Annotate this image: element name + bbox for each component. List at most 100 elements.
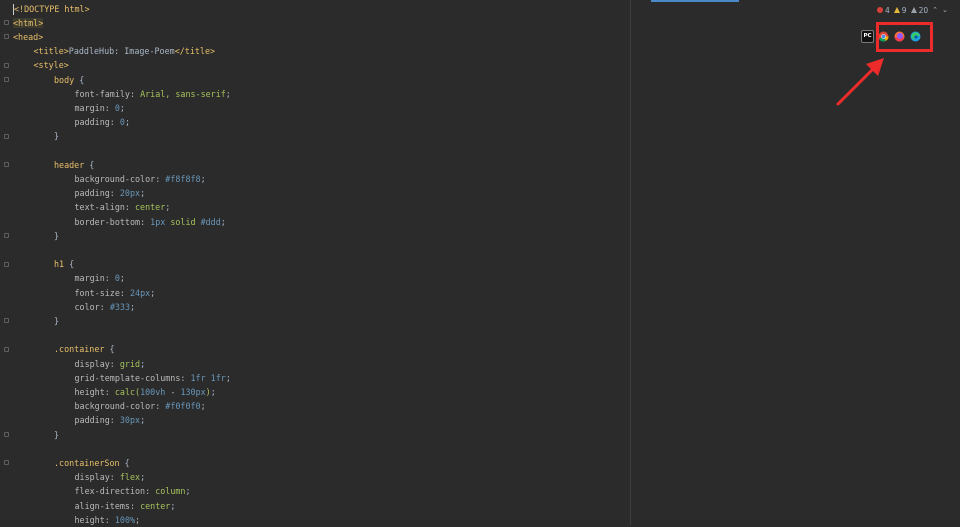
editor-gutter xyxy=(0,0,14,525)
code-token: 30px xyxy=(119,415,141,426)
code-token: : xyxy=(104,386,115,397)
fold-marker-icon[interactable] xyxy=(4,77,9,82)
code-area[interactable]: <!DOCTYPE html> <html> <head> <title>Paddle… xyxy=(13,0,628,525)
code-line[interactable]: } xyxy=(54,314,59,328)
code-line[interactable]: background-color: #f8f8f8; xyxy=(75,172,206,186)
code-token: 1fr xyxy=(190,372,206,383)
code-line[interactable]: padding: 0; xyxy=(75,115,130,129)
code-line[interactable]: display: flex; xyxy=(75,470,146,484)
annotation-highlight-box xyxy=(876,22,933,52)
code-token: - xyxy=(165,386,181,397)
code-token: ; xyxy=(135,514,141,525)
code-token: ; xyxy=(170,500,176,511)
code-token: display xyxy=(74,358,110,369)
code-line[interactable]: <!DOCTYPE html> xyxy=(13,2,90,16)
code-line[interactable]: text-align: center; xyxy=(75,200,171,214)
warning-count[interactable]: 9 xyxy=(893,6,907,15)
code-token: ; xyxy=(129,301,136,312)
code-token: <html> xyxy=(13,17,44,28)
code-line[interactable]: header { xyxy=(54,158,94,172)
code-token: border-bottom xyxy=(74,216,141,227)
code-token: 100vh xyxy=(140,386,166,397)
code-token: : xyxy=(119,287,130,298)
code-line[interactable]: padding: 20px; xyxy=(75,186,146,200)
code-line[interactable]: font-family: Arial, sans-serif; xyxy=(75,87,231,101)
code-line[interactable]: <head> xyxy=(13,30,43,44)
code-line[interactable]: <html> xyxy=(13,16,44,30)
code-line[interactable]: } xyxy=(54,129,59,143)
fold-marker-icon[interactable] xyxy=(4,233,9,239)
code-line[interactable]: margin: 0; xyxy=(75,271,125,285)
code-line[interactable]: border-bottom: 1px solid #ddd; xyxy=(75,215,226,229)
fold-marker-icon[interactable] xyxy=(4,460,9,466)
code-token: 20px xyxy=(119,188,141,199)
code-token: ; xyxy=(140,472,146,483)
code-token: 24px xyxy=(129,287,151,298)
code-token: grid-template-columns xyxy=(74,372,181,383)
fold-marker-icon[interactable] xyxy=(4,162,9,168)
code-token: body xyxy=(54,74,75,85)
fold-marker-icon[interactable] xyxy=(4,34,9,40)
code-line[interactable]: font-size: 24px; xyxy=(75,286,156,300)
code-token: Arial, sans-serif xyxy=(140,88,226,99)
code-token: ; xyxy=(119,273,125,284)
code-line[interactable]: display: grid; xyxy=(75,357,146,371)
red-arrow-icon xyxy=(836,58,884,106)
code-line[interactable]: <style> xyxy=(34,58,69,72)
code-token: flex-direction xyxy=(74,486,146,497)
fold-marker-icon[interactable] xyxy=(4,432,9,437)
code-token: } xyxy=(54,230,60,241)
code-token: h1 xyxy=(54,259,65,270)
fold-marker-icon[interactable] xyxy=(4,261,9,267)
code-line[interactable]: align-items: center; xyxy=(75,499,176,513)
code-token: : xyxy=(109,188,120,199)
code-line[interactable]: <title>PaddleHub: Image-Poem</title> xyxy=(34,44,216,58)
code-line[interactable]: height: calc(100vh - 130px); xyxy=(75,385,216,399)
code-token: ; xyxy=(225,88,231,99)
code-token: .containerSon xyxy=(54,457,120,468)
code-token: ; xyxy=(220,216,226,227)
code-line[interactable]: margin: 0; xyxy=(75,101,125,115)
code-token: 100% xyxy=(114,514,136,525)
code-token: ; xyxy=(165,202,171,213)
code-line[interactable]: .containerSon { xyxy=(54,456,130,470)
code-token: { xyxy=(119,457,130,468)
pycharm-icon[interactable]: PC xyxy=(861,29,874,43)
inspection-widget[interactable]: 4 9 20 ⌃ ⌄ xyxy=(877,4,948,16)
code-token: 1px xyxy=(150,216,166,227)
code-line[interactable]: } xyxy=(54,229,59,243)
code-token: : xyxy=(104,514,115,525)
code-token: : xyxy=(180,372,191,383)
code-token: padding xyxy=(74,415,110,426)
code-token: ; xyxy=(200,173,206,184)
code-line[interactable]: h1 { xyxy=(54,257,74,271)
chevron-up-icon[interactable]: ⌃ xyxy=(932,6,938,14)
code-token: } xyxy=(54,131,60,142)
code-line[interactable]: .container { xyxy=(54,342,115,356)
fold-marker-icon[interactable] xyxy=(4,133,9,139)
code-line[interactable]: flex-direction: column; xyxy=(75,484,191,498)
code-token: ; xyxy=(210,386,216,397)
error-count[interactable]: 4 xyxy=(877,6,890,15)
fold-marker-icon[interactable] xyxy=(4,318,9,324)
fold-marker-icon[interactable] xyxy=(4,346,9,352)
code-token: PaddleHub: Image-Poem xyxy=(68,46,175,57)
code-line[interactable]: grid-template-columns: 1fr 1fr; xyxy=(75,371,231,385)
code-line[interactable]: padding: 30px; xyxy=(75,413,146,427)
code-token: : xyxy=(155,173,166,184)
code-line[interactable]: body { xyxy=(54,73,84,87)
code-token: .container xyxy=(54,344,105,355)
chevron-down-icon[interactable]: ⌄ xyxy=(942,6,948,14)
code-line[interactable]: background-color: #f0f0f0; xyxy=(75,399,206,413)
code-token: ; xyxy=(140,415,146,426)
code-line[interactable]: color: #333; xyxy=(75,300,136,314)
weak-warning-count[interactable]: 20 xyxy=(910,6,928,15)
code-token: : xyxy=(104,273,115,284)
code-token: ; xyxy=(140,358,146,369)
fold-marker-icon[interactable] xyxy=(4,20,9,26)
code-token: { xyxy=(64,259,75,270)
fold-marker-icon[interactable] xyxy=(4,62,9,68)
code-token: solid xyxy=(165,216,201,227)
code-line[interactable]: } xyxy=(54,428,59,442)
code-token: ; xyxy=(185,486,191,497)
